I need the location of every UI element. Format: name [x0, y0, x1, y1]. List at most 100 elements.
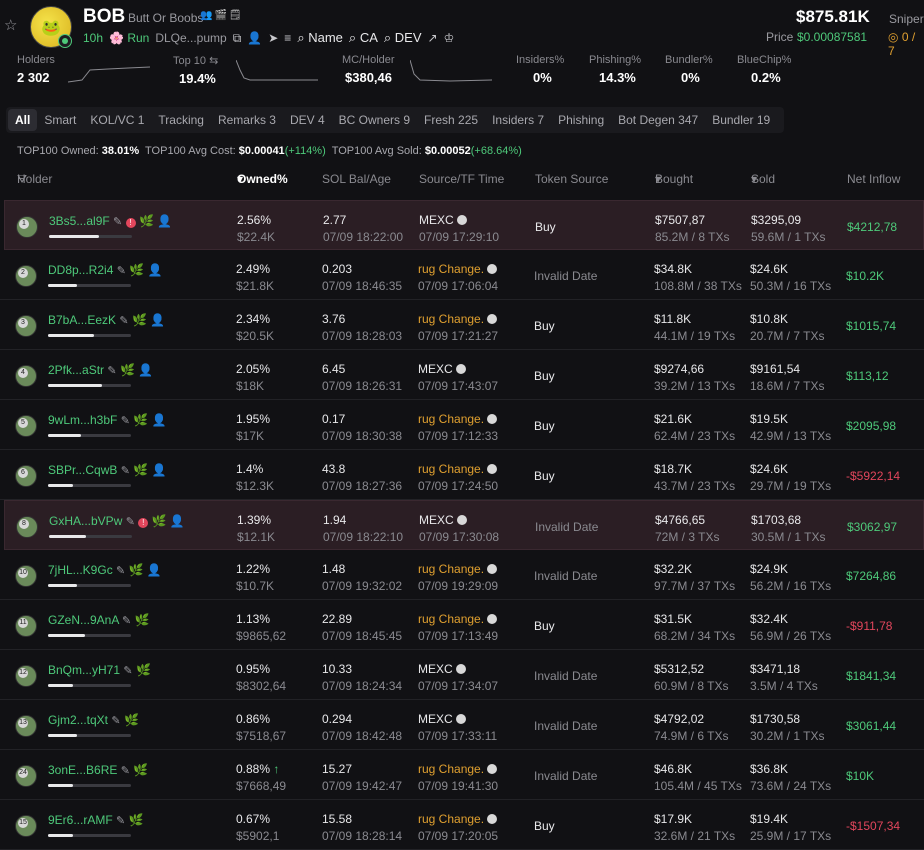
edit-icon[interactable]: ✎ — [123, 665, 132, 677]
social-icons[interactable]: 👥🎬🗒 — [200, 10, 244, 21]
edit-icon[interactable]: ✎ — [116, 815, 125, 827]
funding-source[interactable]: MEXC — [419, 513, 467, 527]
wallet-cell[interactable]: 7jHL...K9Gc ✎ 🌿 👤 — [48, 563, 162, 577]
tab-phishing[interactable]: Phishing — [551, 109, 611, 131]
tab-smart[interactable]: Smart — [37, 109, 83, 131]
wallet-cell[interactable]: 2Pfk...aStr ✎ 🌿 👤 — [48, 363, 153, 377]
wallet-cell[interactable]: B7bA...EezK ✎ 🌿 👤 — [48, 313, 165, 327]
tab-insiders[interactable]: Insiders 7 — [485, 109, 551, 131]
tab-all[interactable]: All — [8, 109, 38, 131]
table-row[interactable]: 3 B7bA...EezK ✎ 🌿 👤 2.34% $20.5K 3.76 07… — [0, 300, 924, 350]
col-net-inflow[interactable]: Net Inflow — [847, 172, 900, 186]
edit-icon[interactable]: ✎ — [111, 715, 120, 727]
wallet-cell[interactable]: GZeN...9AnA ✎ 🌿 — [48, 613, 150, 627]
edit-icon[interactable]: ✎ — [113, 216, 122, 228]
edit-icon[interactable]: ✎ — [122, 615, 131, 627]
search-dev-link[interactable]: ⌕ DEV — [384, 30, 422, 46]
wallet-address[interactable]: SBPr...CqwB — [48, 463, 117, 477]
funding-source[interactable]: rug Change. — [418, 412, 498, 426]
funding-source-label: MEXC — [419, 513, 454, 527]
tab-tracking[interactable]: Tracking — [151, 109, 211, 131]
tab-remarks[interactable]: Remarks 3 — [211, 109, 283, 131]
wallet-address[interactable]: 3onE...B6RE — [48, 763, 117, 777]
col-sold[interactable]: Sold ▾ — [751, 172, 775, 186]
wallet-address[interactable]: GZeN...9AnA — [48, 613, 119, 627]
funding-source[interactable]: MEXC — [418, 712, 466, 726]
col-owned[interactable]: Owned% ▾ — [237, 172, 288, 186]
copy-icon[interactable]: ⧉ — [233, 31, 242, 46]
edit-icon[interactable]: ✎ — [121, 765, 130, 777]
tab-dev[interactable]: DEV 4 — [283, 109, 332, 131]
funding-source[interactable]: rug Change. — [418, 612, 498, 626]
token-address[interactable]: DLQe...pump — [155, 31, 226, 45]
wallet-address[interactable]: DD8p...R2i4 — [48, 263, 113, 277]
funding-source[interactable]: rug Change. — [418, 562, 498, 576]
crown-icon[interactable]: ♔ — [444, 31, 455, 45]
edit-icon[interactable]: ✎ — [121, 465, 130, 477]
search-name-link[interactable]: ⌕ Name — [297, 30, 343, 46]
col-token-source[interactable]: Token Source — [535, 172, 608, 186]
wallet-cell[interactable]: GxHA...bVPw ✎ ! 🌿 👤 — [49, 514, 185, 528]
table-row[interactable]: 11 GZeN...9AnA ✎ 🌿 1.13% $9865,62 22.89 … — [0, 600, 924, 650]
table-row[interactable]: 10 7jHL...K9Gc ✎ 🌿 👤 1.22% $10.7K 1.48 0… — [0, 550, 924, 600]
external-link-icon[interactable]: ↗ — [428, 31, 438, 45]
wallet-cell[interactable]: 3onE...B6RE ✎ 🌿 — [48, 763, 148, 777]
wallet-address[interactable]: B7bA...EezK — [48, 313, 116, 327]
funding-source[interactable]: MEXC — [418, 362, 466, 376]
table-row[interactable]: 24 3onE...B6RE ✎ 🌿 0.88% ↑ $7668,49 15.2… — [0, 750, 924, 800]
edit-icon[interactable]: ✎ — [121, 415, 130, 427]
table-row[interactable]: 1 3Bs5...al9F ✎ ! 🌿 👤 2.56% $22.4K 2.77 … — [4, 200, 924, 250]
edit-icon[interactable]: ✎ — [116, 565, 125, 577]
table-row[interactable]: 15 9Er6...rAMF ✎ 🌿 0.67% $5902,1 15.58 0… — [0, 800, 924, 850]
col-source[interactable]: Source/TF Time — [419, 172, 504, 186]
wallet-cell[interactable]: 3Bs5...al9F ✎ ! 🌿 👤 — [49, 214, 172, 228]
menu-icon[interactable]: ≡ — [284, 31, 291, 45]
star-icon[interactable]: ☆ — [4, 16, 17, 34]
table-row[interactable]: 8 GxHA...bVPw ✎ ! 🌿 👤 1.39% $12.1K 1.94 … — [4, 500, 924, 550]
edit-icon[interactable]: ✎ — [107, 365, 116, 377]
table-row[interactable]: 13 Gjm2...tqXt ✎ 🌿 0.86% $7518,67 0.294 … — [0, 700, 924, 750]
funding-source-label: rug Change. — [418, 762, 485, 776]
net-inflow: $1841,34 — [846, 669, 897, 683]
funding-source[interactable]: rug Change. — [418, 312, 498, 326]
wallet-address[interactable]: 7jHL...K9Gc — [48, 563, 113, 577]
funding-source[interactable]: rug Change. — [418, 812, 498, 826]
table-row[interactable]: 6 SBPr...CqwB ✎ 🌿 👤 1.4% $12.3K 43.8 07/… — [0, 450, 924, 500]
wallet-address[interactable]: 2Pfk...aStr — [48, 363, 104, 377]
search-ca-link[interactable]: ⌕ CA — [349, 30, 378, 46]
edit-icon[interactable]: ✎ — [119, 315, 128, 327]
funding-source[interactable]: rug Change. — [418, 262, 498, 276]
table-row[interactable]: 4 2Pfk...aStr ✎ 🌿 👤 2.05% $18K 6.45 07/0… — [0, 350, 924, 400]
funding-source[interactable]: MEXC — [419, 213, 467, 227]
tab-fresh[interactable]: Fresh 225 — [417, 109, 485, 131]
wallet-cell[interactable]: 9wLm...h3bF ✎ 🌿 👤 — [48, 413, 167, 427]
wallet-cell[interactable]: Gjm2...tqXt ✎ 🌿 — [48, 713, 139, 727]
tab-bundler[interactable]: Bundler 19 — [705, 109, 777, 131]
wallet-cell[interactable]: DD8p...R2i4 ✎ 🌿 👤 — [48, 263, 163, 277]
col-bought[interactable]: Bought ▾ — [655, 172, 693, 186]
funding-source[interactable]: rug Change. — [418, 762, 498, 776]
telegram-icon[interactable]: ➤ — [268, 31, 278, 45]
wallet-address[interactable]: 3Bs5...al9F — [49, 214, 110, 228]
wallet-cell[interactable]: SBPr...CqwB ✎ 🌿 👤 — [48, 463, 167, 477]
wallet-address[interactable]: 9Er6...rAMF — [48, 813, 113, 827]
filter-icon[interactable]: ⛛ — [17, 172, 27, 187]
wallet-address[interactable]: GxHA...bVPw — [49, 514, 122, 528]
wallet-address[interactable]: 9wLm...h3bF — [48, 413, 117, 427]
wallet-cell[interactable]: 9Er6...rAMF ✎ 🌿 — [48, 813, 144, 827]
table-row[interactable]: 12 BnQm...yH71 ✎ 🌿 0.95% $8302,64 10.33 … — [0, 650, 924, 700]
wallet-address[interactable]: Gjm2...tqXt — [48, 713, 108, 727]
col-sol-bal[interactable]: SOL Bal/Age — [322, 172, 391, 186]
tab-bot-degen[interactable]: Bot Degen 347 — [611, 109, 705, 131]
edit-icon[interactable]: ✎ — [117, 265, 126, 277]
table-row[interactable]: 2 DD8p...R2i4 ✎ 🌿 👤 2.49% $21.8K 0.203 0… — [0, 250, 924, 300]
tab-bc-owners[interactable]: BC Owners 9 — [332, 109, 417, 131]
tab-kol-vc[interactable]: KOL/VC 1 — [83, 109, 151, 131]
edit-icon[interactable]: ✎ — [126, 516, 135, 528]
user-icon[interactable]: 👤 — [247, 31, 262, 45]
table-row[interactable]: 5 9wLm...h3bF ✎ 🌿 👤 1.95% $17K 0.17 07/0… — [0, 400, 924, 450]
wallet-address[interactable]: BnQm...yH71 — [48, 663, 120, 677]
wallet-cell[interactable]: BnQm...yH71 ✎ 🌿 — [48, 663, 151, 677]
funding-source[interactable]: MEXC — [418, 662, 466, 676]
funding-source[interactable]: rug Change. — [418, 462, 498, 476]
